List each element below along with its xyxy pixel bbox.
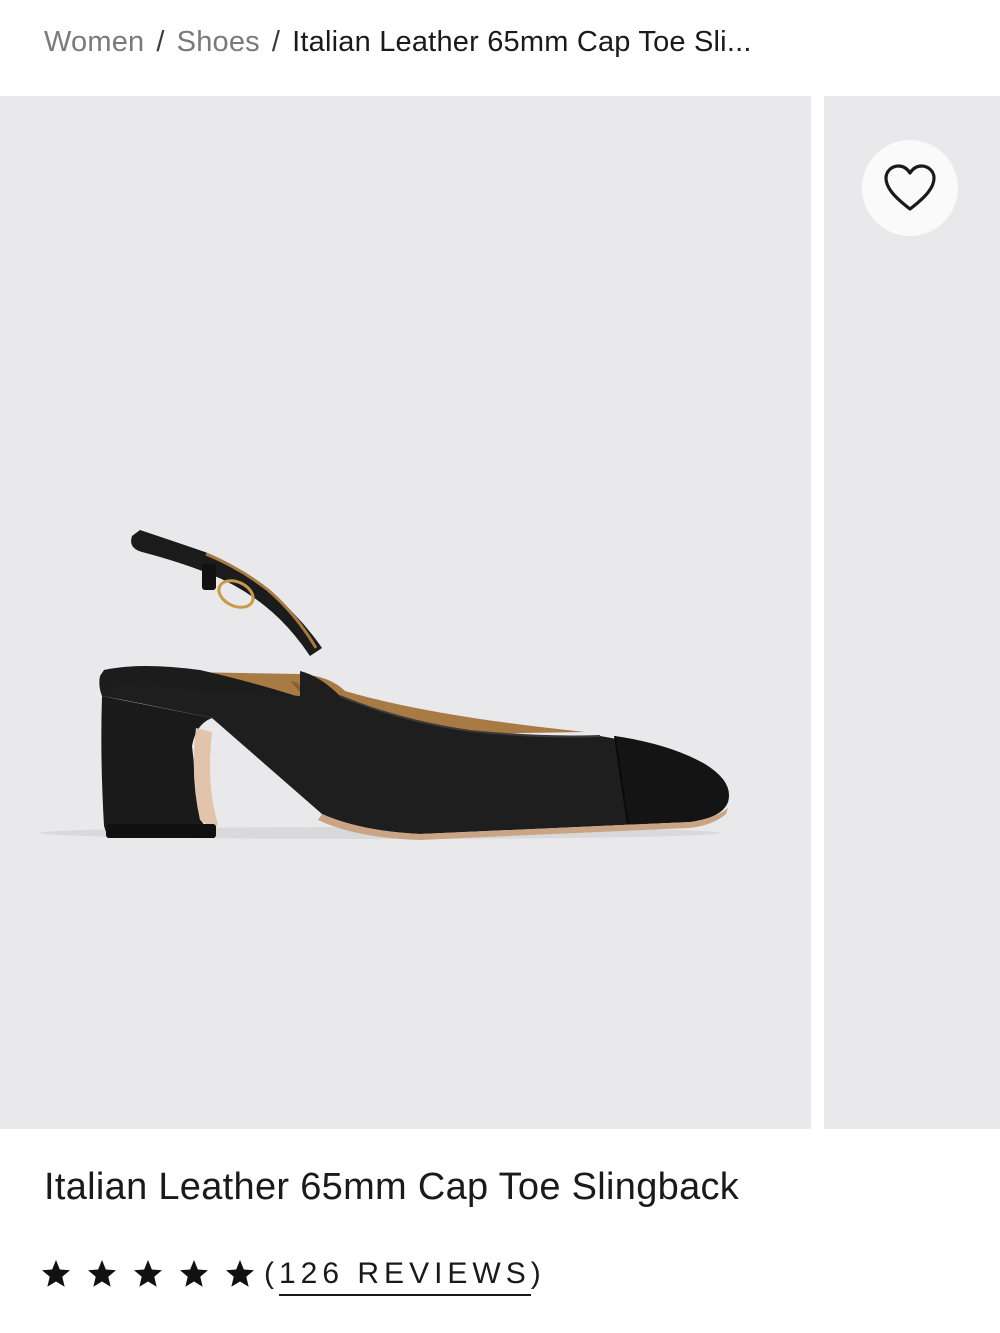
star-rating bbox=[40, 1258, 270, 1290]
star-icon bbox=[226, 1260, 254, 1287]
breadcrumb-separator: / bbox=[271, 25, 281, 58]
breadcrumb-separator: / bbox=[156, 25, 165, 58]
reviews-open-paren: ( bbox=[264, 1257, 279, 1290]
star-icon bbox=[180, 1260, 208, 1287]
wishlist-button[interactable] bbox=[862, 140, 958, 236]
breadcrumb-current: Italian Leather 65mm Cap Toe Sli... bbox=[292, 25, 752, 58]
star-icon bbox=[42, 1260, 70, 1287]
next-product-image[interactable] bbox=[824, 96, 1000, 1129]
product-image-gallery[interactable] bbox=[0, 96, 1000, 1129]
star-icon bbox=[88, 1260, 116, 1287]
breadcrumb-shoes[interactable]: Shoes bbox=[177, 26, 260, 59]
product-title: Italian Leather 65mm Cap Toe Slingback bbox=[44, 1166, 740, 1208]
shoe-image bbox=[40, 530, 730, 840]
product-image[interactable] bbox=[0, 96, 811, 1129]
heart-outline-icon bbox=[884, 164, 936, 211]
star-icon bbox=[134, 1260, 162, 1287]
breadcrumb-women[interactable]: Women bbox=[44, 26, 144, 59]
reviews-count: 126 REVIEWS bbox=[279, 1257, 531, 1296]
reviews-link[interactable]: (126 REVIEWS) bbox=[264, 1257, 546, 1296]
product-rating: (126 REVIEWS) bbox=[40, 1252, 546, 1296]
reviews-close-paren: ) bbox=[530, 1257, 546, 1290]
breadcrumb: Women / Shoes / Italian Leather 65mm Cap… bbox=[44, 20, 752, 64]
